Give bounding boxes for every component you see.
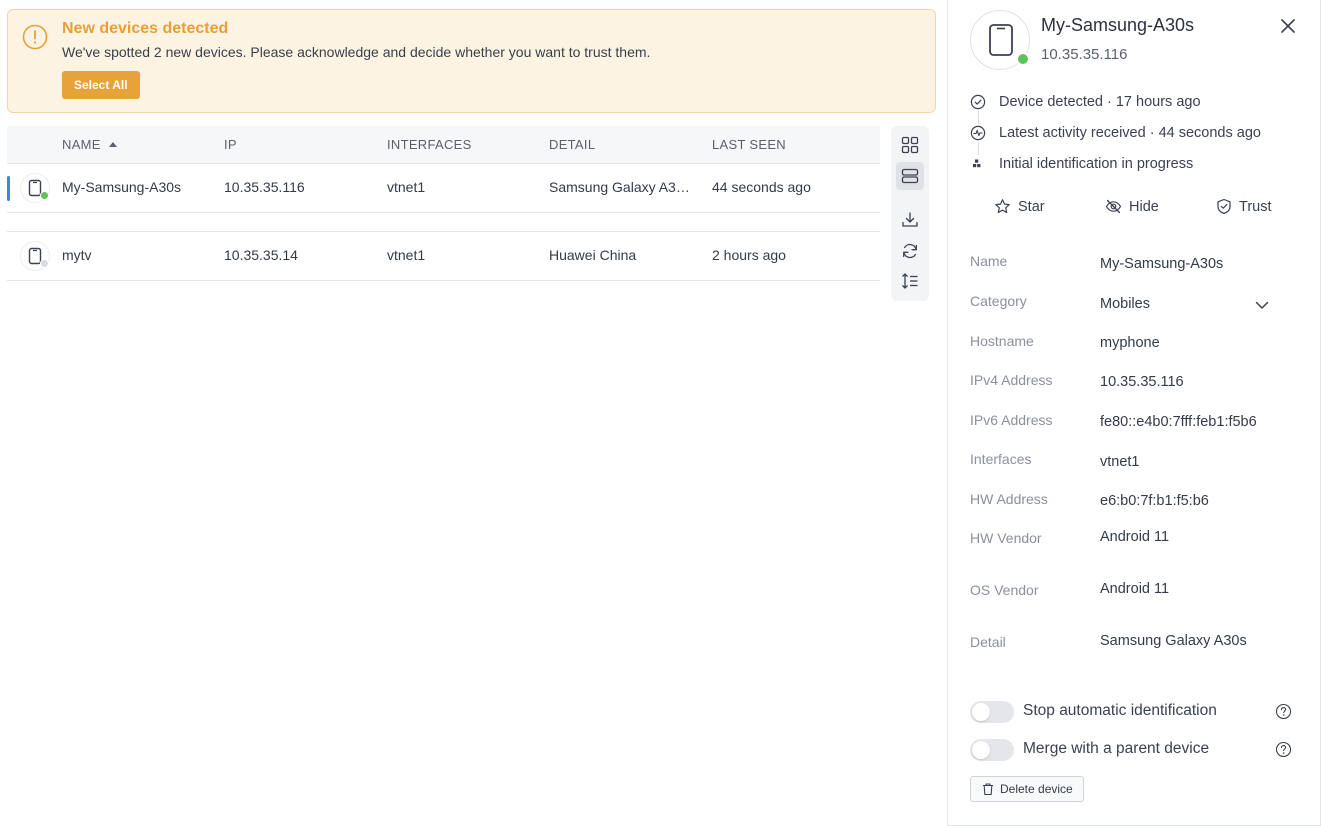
cell-detail: Samsung Galaxy A3… (549, 179, 690, 195)
column-header-detail[interactable]: DETAIL (549, 137, 595, 152)
detail-label: Detail (970, 634, 1006, 650)
ipv4-value: 10.35.35.116 (1100, 374, 1184, 390)
status-dot (40, 191, 49, 200)
online-status-dot (1016, 52, 1030, 66)
timeline-text: Device detected · 17 hours ago (999, 94, 1201, 110)
row-divider (7, 213, 880, 232)
cell-name: My-Samsung-A30s (62, 179, 182, 195)
column-header-interfaces[interactable]: INTERFACES (387, 137, 472, 152)
hw-address-value: e6:b0:7f:b1:f5:b6 (1100, 493, 1209, 509)
merge-parent-row: Merge with a parent device (970, 738, 1300, 762)
detail-value: Samsung Galaxy A30s (1100, 633, 1247, 649)
device-avatar (21, 174, 49, 202)
check-circle-icon (970, 94, 986, 110)
timeline-text: Initial identification in progress (999, 156, 1194, 172)
activity-icon (970, 125, 986, 141)
shield-check-icon (1217, 198, 1231, 215)
device-ip: 10.35.35.116 (1041, 46, 1128, 63)
ipv4-label: IPv4 Address (970, 372, 1053, 388)
timeline-text: Latest activity received · 44 seconds ag… (999, 125, 1261, 141)
devices-table: NAME IP INTERFACES DETAIL LAST SEEN My-S… (7, 126, 880, 281)
category-select[interactable]: Mobiles (1100, 296, 1150, 312)
list-view-icon[interactable] (896, 162, 924, 190)
os-vendor-label: OS Vendor (970, 582, 1039, 598)
hw-vendor-value: Android 11 (1100, 529, 1170, 545)
column-header-ip[interactable]: IP (224, 137, 237, 152)
cell-interfaces: vtnet1 (387, 247, 426, 263)
phone-icon (989, 24, 1013, 56)
star-icon (995, 199, 1010, 214)
close-icon[interactable] (1278, 16, 1298, 36)
hw-address-label: HW Address (970, 491, 1048, 507)
hide-button[interactable]: Hide (1105, 198, 1159, 215)
cell-ip: 10.35.35.14 (224, 247, 298, 263)
name-value[interactable]: My-Samsung-A30s (1100, 256, 1223, 272)
hide-label: Hide (1129, 198, 1159, 215)
toggle-knob (972, 741, 990, 759)
new-devices-banner: New devices detected We've spotted 2 new… (7, 9, 936, 113)
cell-interfaces: vtnet1 (387, 179, 426, 195)
category-label: Category (970, 293, 1027, 309)
interfaces-label: Interfaces (970, 451, 1032, 467)
ipv6-label: IPv6 Address (970, 412, 1053, 428)
toggle-knob (972, 703, 990, 721)
name-label: Name (970, 253, 1008, 269)
refresh-icon[interactable] (896, 237, 924, 265)
device-actions: Star Hide Trust (970, 198, 1300, 224)
hostname-label: Hostname (970, 333, 1034, 349)
hostname-value: myphone (1100, 335, 1160, 351)
timeline-item: Latest activity received · 44 seconds ag… (970, 123, 1261, 155)
delete-device-button[interactable]: Delete device (970, 776, 1084, 802)
cell-detail: Huawei China (549, 247, 637, 263)
column-header-name[interactable]: NAME (62, 137, 117, 152)
cell-name: mytv (62, 247, 92, 263)
trust-label: Trust (1239, 198, 1272, 215)
star-button[interactable]: Star (994, 198, 1045, 215)
grid-view-icon[interactable] (896, 131, 924, 159)
os-vendor-value: Android 11 (1100, 581, 1170, 597)
select-all-button[interactable]: Select All (62, 71, 140, 99)
star-label: Star (1018, 198, 1045, 215)
stop-identification-row: Stop automatic identification (970, 700, 1300, 724)
view-toolbar (891, 126, 929, 301)
eye-off-icon (1105, 199, 1122, 214)
hw-vendor-label: HW Vendor (970, 530, 1042, 546)
banner-message: We've spotted 2 new devices. Please ackn… (62, 44, 651, 60)
progress-icon (973, 159, 981, 168)
delete-device-label: Delete device (1000, 782, 1073, 796)
interfaces-value: vtnet1 (1100, 454, 1140, 470)
device-detail-panel: My-Samsung-A30s 10.35.35.116 Device dete… (947, 0, 1321, 826)
table-header: NAME IP INTERFACES DETAIL LAST SEEN (7, 126, 880, 164)
stop-identification-label: Stop automatic identification (1023, 702, 1217, 719)
stop-identification-toggle[interactable] (970, 701, 1014, 723)
table-row[interactable]: My-Samsung-A30s 10.35.35.116 vtnet1 Sams… (7, 164, 880, 213)
device-timeline: Device detected · 17 hours ago Latest ac… (970, 92, 1261, 185)
selected-row-indicator (7, 176, 10, 201)
chevron-down-icon[interactable] (1254, 297, 1270, 313)
column-header-last-seen[interactable]: LAST SEEN (712, 137, 786, 152)
table-row[interactable]: mytv 10.35.35.14 vtnet1 Huawei China 2 h… (7, 232, 880, 281)
trust-button[interactable]: Trust (1216, 198, 1272, 215)
help-icon[interactable] (1275, 741, 1292, 758)
row-height-icon[interactable] (896, 267, 924, 295)
help-icon[interactable] (1275, 703, 1292, 720)
timeline-item: Device detected · 17 hours ago (970, 92, 1261, 124)
cell-ip: 10.35.35.116 (224, 179, 305, 195)
device-title: My-Samsung-A30s (1041, 15, 1195, 35)
device-avatar (21, 242, 49, 270)
sort-ascending-icon (108, 142, 117, 147)
banner-title: New devices detected (62, 20, 229, 37)
cell-last-seen: 2 hours ago (712, 247, 786, 263)
trash-icon (983, 783, 993, 796)
warning-circle-icon (22, 24, 48, 50)
timeline-item: Initial identification in progress (970, 154, 1261, 185)
ipv6-value: fe80::e4b0:7fff:feb1:f5b6 (1100, 414, 1257, 430)
status-dot (40, 259, 49, 268)
merge-parent-label: Merge with a parent device (1023, 740, 1210, 757)
download-icon[interactable] (896, 206, 924, 234)
cell-last-seen: 44 seconds ago (712, 179, 811, 195)
merge-parent-toggle[interactable] (970, 739, 1014, 761)
device-avatar-large (970, 10, 1030, 70)
